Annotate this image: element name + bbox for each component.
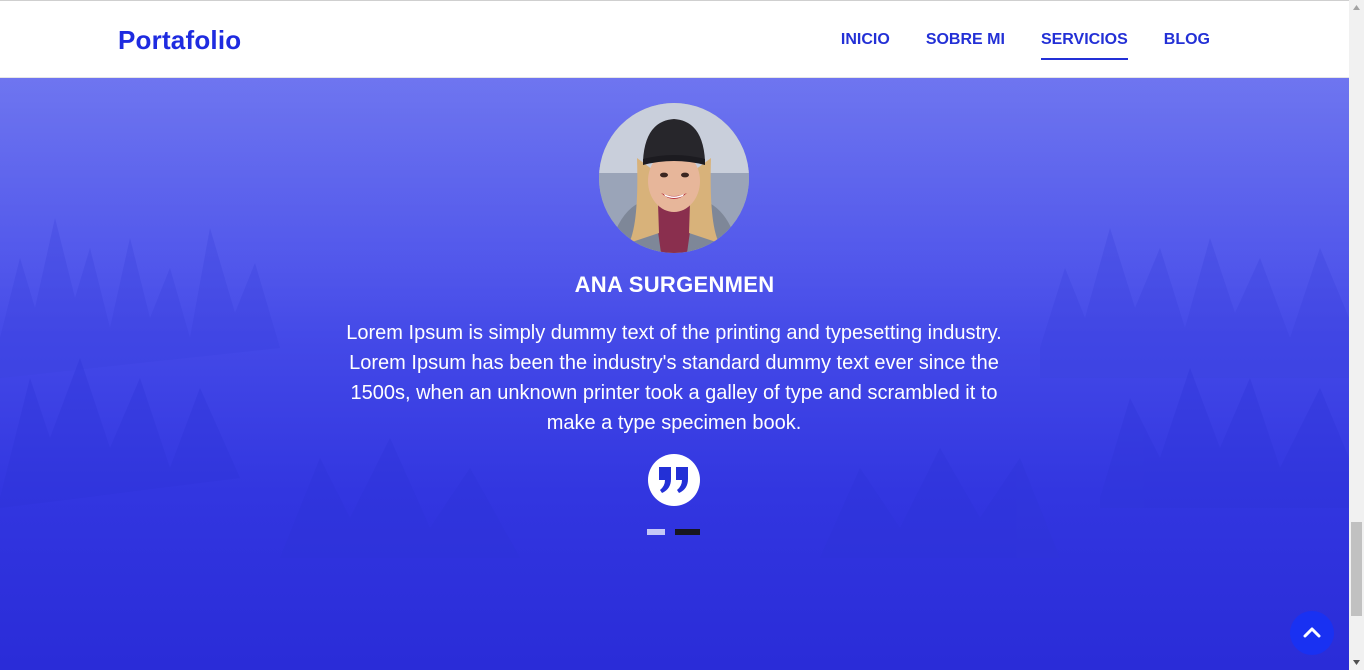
nav-link-sobre-mi[interactable]: SOBRE MI bbox=[926, 31, 1005, 59]
carousel-indicators bbox=[647, 529, 700, 535]
page: Portafolio INICIO SOBRE MI SERVICIOS BLO… bbox=[0, 0, 1364, 670]
page-scrollbar[interactable] bbox=[1349, 0, 1364, 670]
scrollbar-thumb[interactable] bbox=[1351, 522, 1362, 616]
back-to-top-button[interactable] bbox=[1290, 611, 1334, 655]
brand-logo[interactable]: Portafolio bbox=[118, 25, 241, 56]
carousel-dot-2[interactable] bbox=[675, 529, 700, 535]
avatar bbox=[599, 103, 749, 253]
scroll-up-arrow-icon[interactable] bbox=[1349, 0, 1364, 15]
nav-link-servicios[interactable]: SERVICIOS bbox=[1040, 31, 1128, 60]
nav-item-sobre-mi: SOBRE MI bbox=[926, 31, 1005, 59]
testimonial-author: ANA SURGENMEN bbox=[574, 272, 775, 297]
avatar-photo bbox=[599, 103, 749, 253]
chevron-up-icon bbox=[1303, 627, 1321, 638]
nav-link-blog[interactable]: BLOG bbox=[1164, 31, 1210, 59]
testimonial-section: ANA SURGENMEN Lorem Ipsum is simply dumm… bbox=[0, 78, 1349, 670]
nav-menu: INICIO SOBRE MI SERVICIOS BLOG bbox=[841, 31, 1210, 60]
nav-link-inicio[interactable]: INICIO bbox=[841, 31, 890, 59]
quote-right-icon bbox=[648, 454, 700, 506]
testimonial-text: Lorem Ipsum is simply dummy text of the … bbox=[346, 322, 1002, 434]
nav-item-servicios: SERVICIOS bbox=[1040, 31, 1128, 60]
navbar: Portafolio INICIO SOBRE MI SERVICIOS BLO… bbox=[0, 0, 1349, 78]
scroll-down-arrow-icon[interactable] bbox=[1349, 655, 1364, 670]
nav-item-inicio: INICIO bbox=[841, 31, 890, 59]
carousel-dot-1[interactable] bbox=[647, 529, 665, 535]
nav-item-blog: BLOG bbox=[1164, 31, 1210, 59]
